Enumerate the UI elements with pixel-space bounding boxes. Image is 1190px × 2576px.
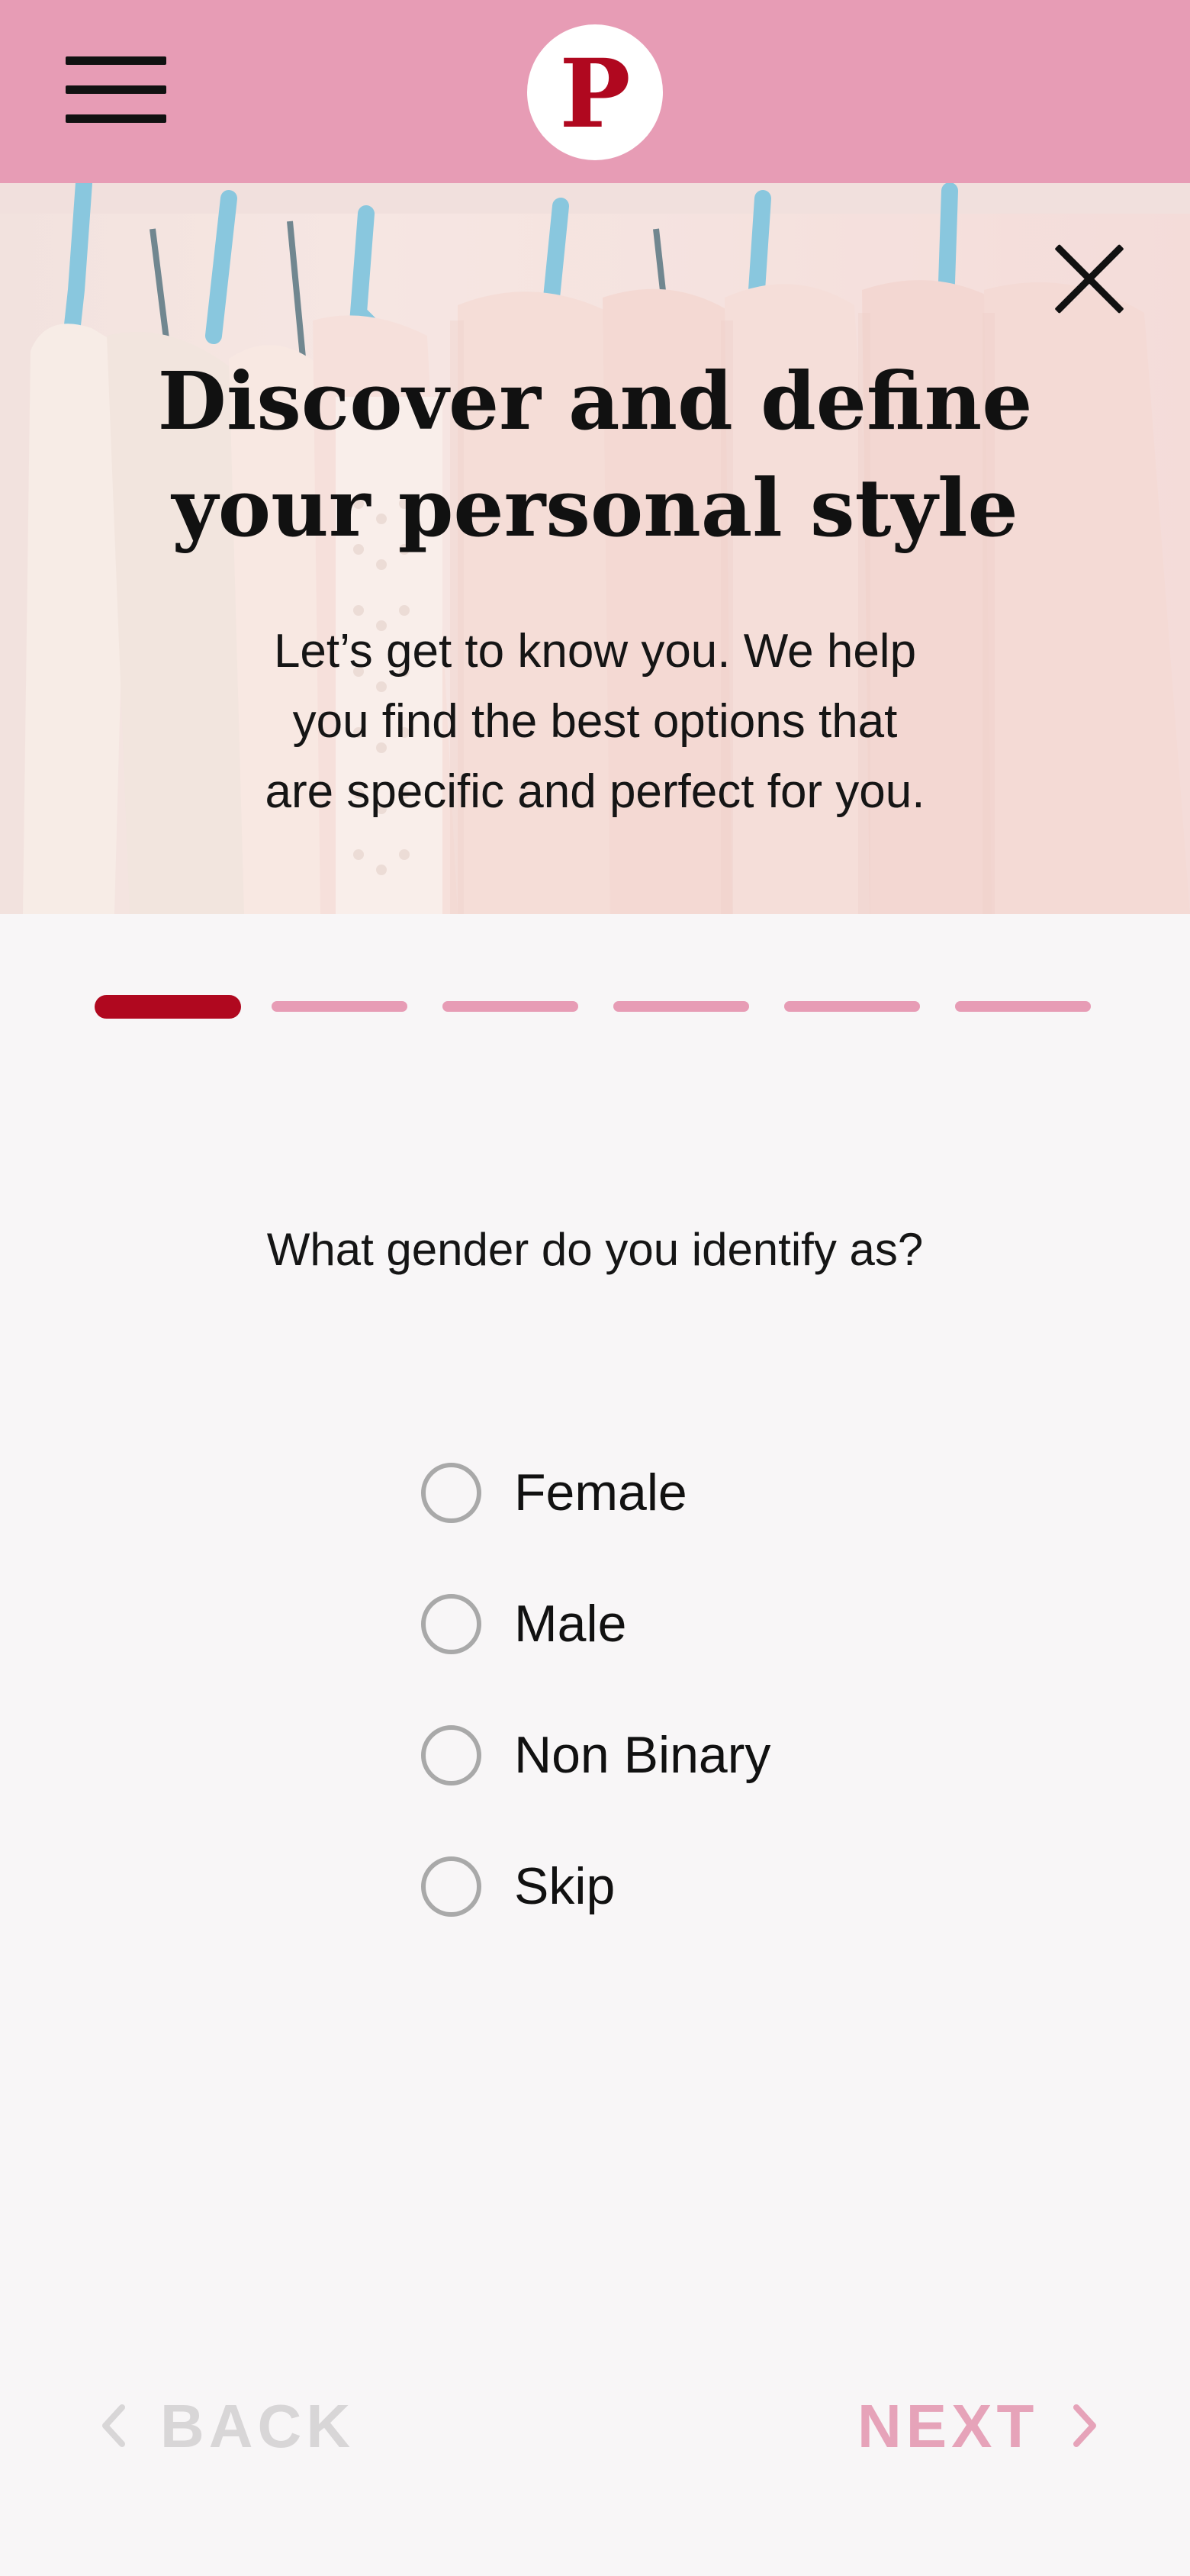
next-button[interactable]: NEXT <box>857 2388 1098 2465</box>
hero-subtitle-line: you find the best options that <box>292 695 898 748</box>
hamburger-menu-icon[interactable] <box>66 56 166 125</box>
back-label: BACK <box>160 2392 355 2460</box>
progress-step-1 <box>95 995 241 1019</box>
radio-button[interactable] <box>421 1856 481 1917</box>
option-skip[interactable]: Skip <box>421 1854 879 1918</box>
hero-title-line: Discover and define <box>157 354 1033 448</box>
option-label: Female <box>514 1463 687 1521</box>
option-male[interactable]: Male <box>421 1592 879 1656</box>
question-text: What gender do you identify as? <box>266 1224 924 1275</box>
brand-logo[interactable]: P <box>527 24 663 160</box>
radio-button[interactable] <box>421 1593 481 1654</box>
next-label: NEXT <box>857 2392 1039 2460</box>
option-label: Male <box>514 1595 627 1653</box>
option-label: Skip <box>514 1857 616 1915</box>
app-header: P <box>0 0 1190 183</box>
progress-step-5 <box>784 1001 920 1012</box>
close-icon[interactable] <box>1047 237 1132 322</box>
step-progress-indicator <box>95 995 1091 1019</box>
hero-title: Discover and define your personal style <box>0 348 1190 562</box>
progress-step-2 <box>272 1001 407 1012</box>
radio-button[interactable] <box>421 1724 481 1785</box>
option-label: Non Binary <box>514 1726 771 1784</box>
logo-letter: P <box>559 39 631 150</box>
chevron-right-icon <box>1072 2391 1098 2462</box>
progress-step-6 <box>955 1001 1091 1012</box>
back-button[interactable]: BACK <box>101 2388 355 2465</box>
progress-step-3 <box>442 1001 578 1012</box>
hero-subtitle-line: Let’s get to know you. We help <box>273 625 917 678</box>
hero-subtitle-line: are specific and perfect for you. <box>265 765 925 818</box>
chevron-left-icon <box>101 2391 127 2462</box>
hero-title-line: your personal style <box>172 461 1018 555</box>
radio-button[interactable] <box>421 1462 481 1523</box>
option-female[interactable]: Female <box>421 1460 879 1525</box>
progress-step-4 <box>613 1001 749 1012</box>
option-non-binary[interactable]: Non Binary <box>421 1723 879 1787</box>
hero-subtitle: Let’s get to know you. We help you find … <box>0 617 1190 827</box>
